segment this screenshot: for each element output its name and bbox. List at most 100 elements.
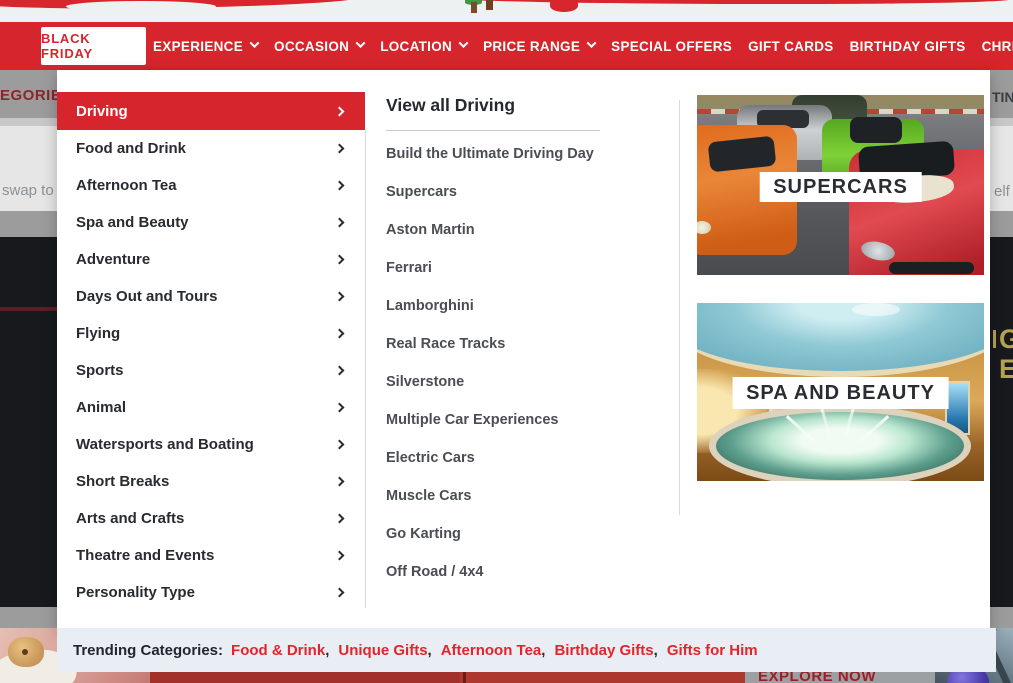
menu-links-column: View all Driving Build the Ultimate Driv… bbox=[386, 92, 679, 591]
chevron-right-icon bbox=[334, 550, 345, 561]
currant-shape bbox=[22, 649, 28, 655]
sidebar-item-label: Sports bbox=[76, 362, 124, 379]
nav-item[interactable]: LOCATION bbox=[380, 38, 469, 54]
vertical-divider bbox=[365, 130, 366, 608]
sidebar-item-label: Adventure bbox=[76, 251, 151, 268]
sidebar-item[interactable]: Theatre and Events bbox=[57, 537, 365, 574]
sidebar-item[interactable]: Adventure bbox=[57, 241, 365, 278]
menu-link[interactable]: Supercars bbox=[386, 173, 679, 211]
sidebar-item-label: Driving bbox=[76, 102, 128, 120]
menu-link[interactable]: Real Race Tracks bbox=[386, 325, 679, 363]
sidebar-item[interactable]: Flying bbox=[57, 315, 365, 352]
chevron-right-icon bbox=[334, 254, 345, 265]
trending-separator: , bbox=[653, 641, 658, 659]
banner-red-notch bbox=[550, 0, 578, 12]
chevron-right-icon bbox=[334, 513, 345, 524]
sidebar-item-label: Animal bbox=[76, 399, 127, 416]
sidebar-item-label: Arts and Crafts bbox=[76, 510, 185, 527]
vertical-divider bbox=[679, 100, 680, 515]
chevron-right-icon bbox=[334, 106, 345, 116]
trending-link[interactable]: Afternoon Tea bbox=[441, 642, 542, 659]
chevron-right-icon bbox=[334, 291, 345, 302]
sidebar-item[interactable]: Days Out and Tours bbox=[57, 278, 365, 315]
spa-ceiling-shape bbox=[697, 303, 984, 377]
main-navbar: BLACK FRIDAY EXPERIENCE OCCASION LOCATIO… bbox=[0, 22, 1013, 70]
view-all-title[interactable]: View all Driving bbox=[386, 92, 679, 118]
sidebar-item[interactable]: Arts and Crafts bbox=[57, 500, 365, 537]
menu-link[interactable]: Aston Martin bbox=[386, 211, 679, 249]
chevron-right-icon bbox=[334, 328, 345, 339]
chevron-down-icon bbox=[586, 38, 597, 49]
nav-item[interactable]: BIRTHDAY GIFTS bbox=[850, 39, 966, 54]
sidebar-item[interactable]: Personality Type bbox=[57, 574, 365, 611]
trending-link[interactable]: Food & Drink bbox=[231, 642, 325, 659]
black-friday-button[interactable]: BLACK FRIDAY bbox=[41, 27, 146, 65]
hero-text-fragment: G bbox=[999, 324, 1013, 354]
spa-pool-shape bbox=[709, 405, 971, 481]
nav-item-label: EXPERIENCE bbox=[153, 38, 244, 54]
sidebar-item-label: Personality Type bbox=[76, 584, 195, 601]
menu-link[interactable]: Lamborghini bbox=[386, 287, 679, 325]
mega-menu-panel: Driving Food and Drink Afternoon Tea Spa… bbox=[57, 70, 990, 628]
menu-link[interactable]: Multiple Car Experiences bbox=[386, 401, 679, 439]
chevron-right-icon bbox=[334, 217, 345, 228]
sidebar-item-label: Watersports and Boating bbox=[76, 436, 254, 453]
sidebar-item[interactable]: Driving bbox=[57, 92, 365, 130]
tree-trunk-icon bbox=[486, 0, 493, 10]
nav-item[interactable]: PRICE RANGE bbox=[483, 38, 597, 54]
menu-links-list: Build the Ultimate Driving Day Supercars… bbox=[386, 135, 679, 591]
trending-link[interactable]: Unique Gifts bbox=[338, 642, 427, 659]
sidebar-item-label: Food and Drink bbox=[76, 140, 186, 157]
sidebar-item-label: Theatre and Events bbox=[76, 547, 215, 564]
sidebar-item-label: Afternoon Tea bbox=[76, 177, 177, 194]
snow-mound bbox=[66, 1, 216, 12]
strapline-text-fragment-right: elf bbox=[994, 183, 1010, 200]
chevron-right-icon bbox=[334, 365, 345, 376]
sidebar-item[interactable]: Sports bbox=[57, 352, 365, 389]
sidebar-item[interactable]: Food and Drink bbox=[57, 130, 365, 167]
trending-links: Food & Drink , Unique Gifts , Afternoon … bbox=[231, 642, 758, 659]
menu-link[interactable]: Build the Ultimate Driving Day bbox=[386, 135, 679, 173]
menu-link[interactable]: Electric Cars bbox=[386, 439, 679, 477]
sidebar-item[interactable]: Afternoon Tea bbox=[57, 167, 365, 204]
hero-text-fragment: E bbox=[999, 354, 1013, 384]
nav-item-label: LOCATION bbox=[380, 38, 453, 54]
christmas-banner bbox=[0, 0, 1013, 22]
page: BLACK FRIDAY EXPERIENCE OCCASION LOCATIO… bbox=[0, 0, 1013, 683]
nav-item-label: GIFT CARDS bbox=[748, 38, 834, 54]
nav-item-label: PRICE RANGE bbox=[483, 38, 581, 54]
chevron-right-icon bbox=[334, 476, 345, 487]
sidebar-item-label: Spa and Beauty bbox=[76, 214, 189, 231]
sidebar-item[interactable]: Animal bbox=[57, 389, 365, 426]
nav-item[interactable]: SPECIAL OFFERS bbox=[611, 39, 732, 54]
menu-link[interactable]: Muscle Cars bbox=[386, 477, 679, 515]
supercars-promo-banner[interactable]: SUPERCARS bbox=[697, 95, 984, 275]
trending-link[interactable]: Gifts for Him bbox=[667, 642, 758, 659]
menu-link[interactable]: Go Karting bbox=[386, 515, 679, 553]
menu-link[interactable]: Ferrari bbox=[386, 249, 679, 287]
menu-link[interactable]: Off Road / 4x4 bbox=[386, 553, 679, 591]
spa-promo-banner[interactable]: SPA AND BEAUTY bbox=[697, 303, 984, 481]
strapline-text-fragment-left: swap to bbox=[2, 182, 54, 199]
chevron-down-icon bbox=[458, 38, 469, 49]
categories-bar-text-fragment-right: TIN bbox=[992, 89, 1013, 105]
menu-link[interactable]: Silverstone bbox=[386, 363, 679, 401]
nav-item[interactable]: GIFT CARDS bbox=[748, 39, 834, 54]
nav-item[interactable]: CHRISTMAS GIFTS bbox=[982, 39, 1013, 54]
nav-item[interactable]: EXPERIENCE bbox=[153, 38, 260, 54]
title-underline bbox=[386, 130, 600, 131]
sidebar-item[interactable]: Short Breaks bbox=[57, 463, 365, 500]
red-car-shape bbox=[849, 140, 984, 275]
trending-separator: , bbox=[427, 641, 432, 659]
nav-item[interactable]: OCCASION bbox=[274, 38, 366, 54]
sidebar-item-label: Flying bbox=[76, 325, 121, 342]
trending-link[interactable]: Birthday Gifts bbox=[554, 642, 653, 659]
sidebar-item[interactable]: Watersports and Boating bbox=[57, 426, 365, 463]
nav-item-label: BIRTHDAY GIFTS bbox=[849, 38, 966, 54]
sidebar-item[interactable]: Spa and Beauty bbox=[57, 204, 365, 241]
mega-menu-sidebar: Driving Food and Drink Afternoon Tea Spa… bbox=[57, 92, 365, 611]
trending-separator: , bbox=[325, 641, 330, 659]
chevron-right-icon bbox=[334, 143, 345, 154]
chevron-right-icon bbox=[334, 587, 345, 598]
sidebar-item-label: Days Out and Tours bbox=[76, 288, 218, 305]
